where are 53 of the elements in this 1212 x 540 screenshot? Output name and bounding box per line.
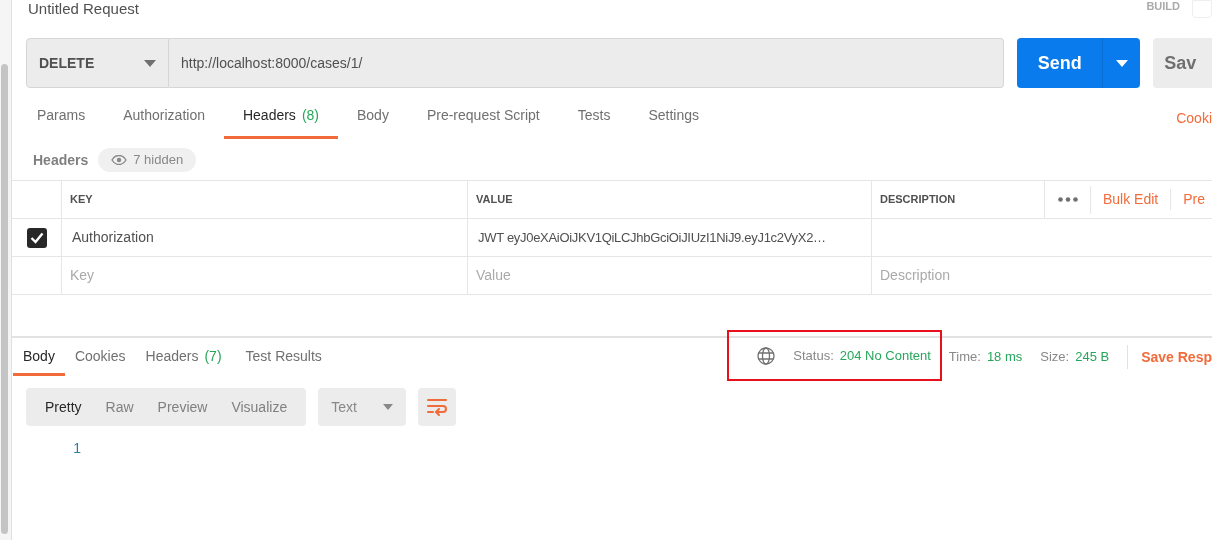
send-button[interactable]: Send bbox=[1017, 38, 1103, 88]
hidden-count: 7 hidden bbox=[133, 151, 184, 170]
view-mode-tab[interactable]: Preview bbox=[145, 392, 220, 422]
eye-icon bbox=[111, 155, 128, 165]
time-label: Time: bbox=[948, 348, 981, 367]
column-header: VALUE bbox=[476, 192, 513, 208]
tab[interactable]: Tests bbox=[558, 105, 630, 139]
description-field[interactable]: Description bbox=[872, 257, 1212, 294]
key-field[interactable]: Key bbox=[62, 257, 468, 294]
save-button[interactable]: Sav bbox=[1153, 38, 1212, 88]
globe-icon bbox=[757, 346, 776, 365]
value-cell[interactable]: JWT eyJ0eXAiOiJKV1QiLCJhbGciOiJIUzI1NiJ9.eyJ1c2VyX2… bbox=[478, 227, 826, 248]
line-number: 1 bbox=[72, 439, 81, 458]
wrap-lines-button[interactable] bbox=[418, 388, 457, 426]
size-value: 245 B bbox=[1075, 348, 1110, 367]
caret-icon bbox=[383, 404, 394, 410]
method-dropdown[interactable]: DELETE bbox=[26, 38, 169, 88]
size-label: Size: bbox=[1040, 348, 1070, 367]
scrollbar-thumb[interactable] bbox=[1, 64, 8, 534]
view-mode-tab[interactable]: Raw bbox=[93, 392, 146, 422]
request-title: Untitled Request bbox=[28, 0, 139, 18]
tab[interactable]: Settings bbox=[629, 105, 719, 139]
caret-icon bbox=[1115, 59, 1128, 67]
presets-link[interactable]: Pre bbox=[1171, 189, 1206, 210]
view-mode-tab[interactable]: Pretty bbox=[33, 392, 94, 422]
caret-icon bbox=[144, 59, 156, 67]
value-field[interactable]: Value bbox=[468, 257, 872, 294]
more-icon bbox=[1057, 197, 1078, 202]
url-field[interactable]: http://localhost:8000/cases/1/ bbox=[169, 38, 1005, 88]
save-response-link[interactable]: Save Resp bbox=[1141, 346, 1212, 368]
format-dropdown[interactable]: Text bbox=[318, 388, 407, 426]
cookies-link[interactable]: Cooki bbox=[1176, 108, 1212, 139]
status-label: Status: bbox=[793, 346, 834, 365]
tab[interactable]: Cookies bbox=[64, 338, 136, 376]
view-mode-tab[interactable]: Visualize bbox=[219, 392, 300, 422]
key-cell[interactable]: Authorization bbox=[72, 227, 154, 248]
checkbox[interactable] bbox=[26, 227, 47, 248]
tab[interactable]: Params bbox=[18, 105, 105, 139]
section-title: Headers bbox=[33, 150, 89, 170]
bulk-edit-link[interactable]: Bulk Edit bbox=[1091, 189, 1172, 210]
tab[interactable]: Authorization bbox=[104, 105, 224, 139]
column-header: KEY bbox=[70, 192, 93, 208]
wrap-icon bbox=[426, 398, 449, 416]
tab[interactable]: Headers (7) bbox=[135, 338, 232, 376]
hidden-headers-toggle[interactable]: 7 hidden bbox=[98, 148, 197, 172]
status-value: 204 No Content bbox=[839, 346, 931, 365]
column-header: DESCRIPTION bbox=[880, 192, 956, 208]
tab[interactable]: Headers (8) bbox=[223, 105, 338, 139]
tab[interactable]: Body bbox=[13, 338, 65, 376]
tab[interactable]: Body bbox=[338, 105, 408, 139]
tab[interactable]: Test Results bbox=[231, 338, 332, 376]
tab[interactable]: Pre-request Script bbox=[407, 105, 559, 139]
time-value: 18 ms bbox=[986, 348, 1023, 367]
